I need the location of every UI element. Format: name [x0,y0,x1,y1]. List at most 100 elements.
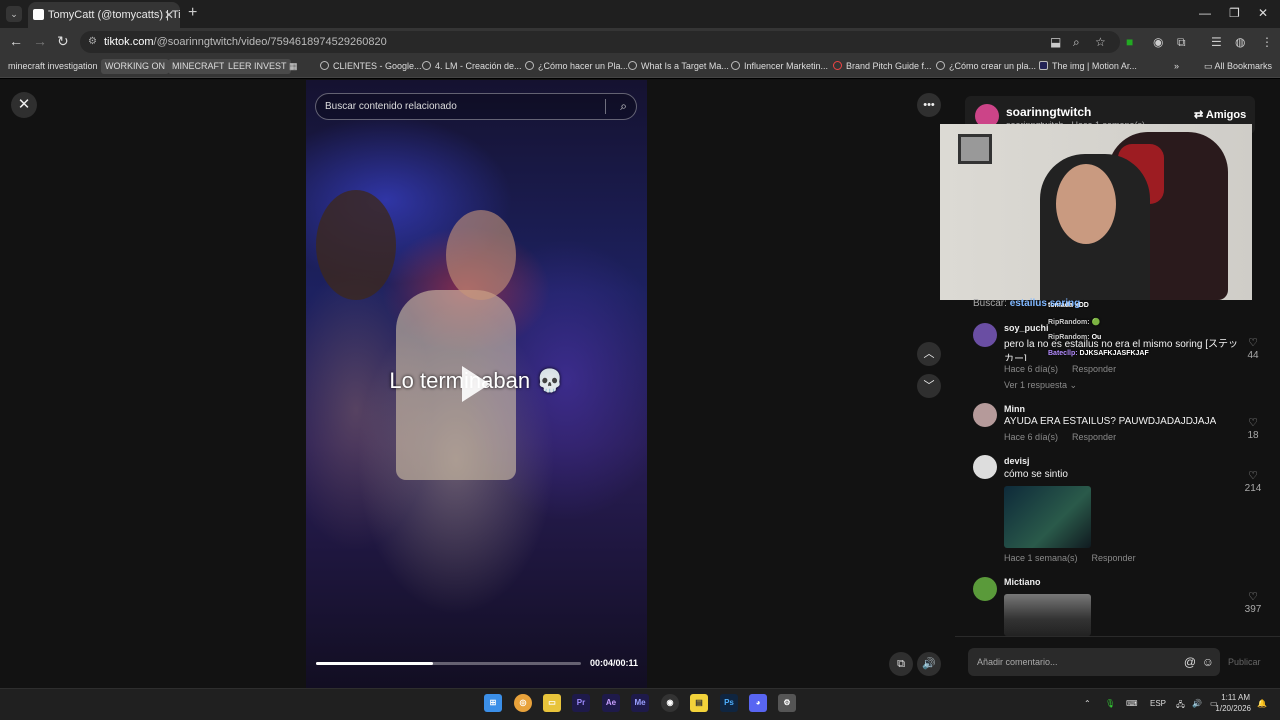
comment-meta: Hace 6 día(s) Responder [1004,432,1116,442]
pip-icon[interactable]: ⧉ [889,652,913,676]
bookmark-item[interactable]: Brand Pitch Guide f... [829,59,936,74]
video-person-head [446,210,516,300]
all-bookmarks-folder[interactable]: ▭ All Bookmarks [1200,59,1276,74]
comment-image-sticker[interactable] [1004,486,1091,548]
next-video-icon[interactable]: ﹀ [917,374,941,398]
streamer-webcam-overlay [940,124,1252,300]
tab-tiktok[interactable]: TomyCatt (@tomycatts) | TikTok ✕ [28,2,180,28]
new-tab-icon[interactable]: + [188,4,197,22]
author-name[interactable]: soarinngtwitch [1006,105,1091,119]
microphone-icon[interactable]: 🎙 [1105,699,1115,708]
view-replies-button[interactable]: Ver 1 respuesta ⌄ [1004,380,1077,391]
restore-icon[interactable]: ❐ [1229,6,1240,20]
bookmark-item[interactable]: ¿Cómo hacer un Pla... [521,59,632,74]
settings-gear-icon[interactable]: ⚙ [778,694,796,712]
forward-icon[interactable]: → [33,33,47,49]
address-bar[interactable]: ⚙ tiktok.com/@soarinngtwitch/video/75946… [80,31,1120,53]
windows-start-icon[interactable]: ⊞ [484,694,502,712]
comment-username[interactable]: devisj [1004,456,1030,466]
more-options-icon[interactable]: ••• [917,93,941,117]
search-icon[interactable]: ⌕ [620,94,627,119]
photoshop-icon[interactable]: Ps [720,694,738,712]
friends-button[interactable]: ⇄ Amigos [1194,108,1246,121]
apps-grid-icon[interactable]: ▦ [285,59,302,74]
clock-date[interactable]: 1/20/2026 [1211,704,1251,713]
menu-kebab-icon[interactable]: ⋮ [1261,35,1273,49]
profile-avatar[interactable]: ◍ [1235,35,1245,49]
previous-video-icon[interactable]: ︿ [917,342,941,366]
comment-input[interactable]: Añadir comentario... @ ☺ [968,648,1220,676]
install-app-icon[interactable]: ⬓ [1050,35,1061,49]
sticky-notes-icon[interactable]: ▤ [690,694,708,712]
minimize-icon[interactable]: — [1199,6,1211,20]
media-encoder-icon[interactable]: Me [631,694,649,712]
bookmark-item[interactable]: MINECRAFT [168,59,229,74]
tiktok-favicon-icon [33,9,44,20]
premiere-icon[interactable]: Pr [572,694,590,712]
like-heart-icon[interactable]: ♡ [1241,336,1265,349]
discord-icon[interactable]: ◕ [749,694,767,712]
comment-image-sticker[interactable] [1004,594,1091,636]
chat-line: RipRandom: 🟢 [1048,318,1100,326]
window-close-icon[interactable]: ✕ [1258,6,1268,20]
reply-button[interactable]: Responder [1092,553,1136,563]
like-heart-icon[interactable]: ♡ [1241,416,1265,429]
comment-avatar[interactable] [973,577,997,601]
speaker-icon[interactable]: 🔊 [1192,699,1202,708]
friends-label: Amigos [1205,109,1247,121]
close-video-button[interactable]: ✕ [11,92,37,118]
bookmark-item[interactable]: Influencer Marketin... [727,59,832,74]
bookmark-item[interactable]: What Is a Target Ma... [624,59,733,74]
reply-button[interactable]: Responder [1072,364,1116,374]
bookmark-item[interactable]: LEER INVEST [224,59,291,74]
after-effects-icon[interactable]: Ae [602,694,620,712]
comment-username[interactable]: Minn [1004,404,1025,414]
related-search-input[interactable]: Buscar contenido relacionado ⌕ [315,93,637,120]
clock-time[interactable]: 1:11 AM [1218,693,1250,702]
more-bookmarks-icon[interactable]: » [1170,59,1183,74]
extensions-puzzle-icon[interactable]: ⧉ [1177,35,1186,50]
comment-username[interactable]: Mictiano [1004,577,1041,587]
volume-icon[interactable]: 🔊 [917,652,941,676]
bookmark-item[interactable]: The img | Motion Ar... [1035,59,1141,74]
like-heart-icon[interactable]: ♡ [1241,590,1265,603]
file-explorer-icon[interactable]: ▭ [543,694,561,712]
bookmark-item[interactable]: WORKING ON [101,59,169,74]
obs-icon[interactable]: ◉ [661,694,679,712]
mention-icon[interactable]: @ [1184,648,1196,676]
bookmark-favicon-icon [833,61,842,70]
webcam-wall-frame [958,134,992,164]
play-icon[interactable] [462,366,490,402]
network-icon[interactable]: 🖧 [1176,699,1185,713]
bookmark-item[interactable]: minecraft investigation [4,59,102,74]
language-indicator[interactable]: ESP [1150,699,1166,708]
reload-icon[interactable]: ↻ [57,33,69,50]
tab-close-icon[interactable]: ✕ [164,2,174,28]
back-icon[interactable]: ← [9,33,23,49]
keyboard-icon[interactable]: ⌨ [1126,699,1138,708]
tab-title: TomyCatt (@tomycatts) | TikTok [48,9,180,21]
site-info-icon[interactable]: ⚙ [88,31,97,53]
emoji-icon[interactable]: ☺ [1202,648,1214,676]
reading-list-icon[interactable]: ☰ [1211,35,1222,49]
comment-avatar[interactable] [973,455,997,479]
notifications-icon[interactable]: 🔔 [1257,699,1267,708]
like-heart-icon[interactable]: ♡ [1241,469,1265,482]
reply-button[interactable]: Responder [1072,432,1116,442]
tray-overflow-icon[interactable]: ⌃ [1084,699,1091,708]
bookmark-item[interactable]: ¿Cómo crear un pla... [932,59,1040,74]
bookmark-star-icon[interactable]: ☆ [1095,35,1106,49]
video-progress-bar[interactable] [316,662,581,665]
tab-search-icon[interactable]: ⌄ [6,6,22,22]
comment-avatar[interactable] [973,403,997,427]
bookmark-item[interactable]: CLIENTES - Google... [316,59,426,74]
comment-avatar[interactable] [973,323,997,347]
bookmark-item[interactable]: 4. LM - Creación de... [418,59,526,74]
extension-2-icon[interactable]: ◉ [1153,35,1163,49]
chrome-icon[interactable]: ◎ [514,694,532,712]
zoom-icon[interactable]: ⌕ [1073,35,1080,50]
extension-icon[interactable]: ■ [1126,35,1133,49]
comment-username[interactable]: soy_puchi [1004,323,1049,333]
search-suggestion[interactable]: Buscar: estailus soring [973,298,1080,309]
post-comment-button[interactable]: Publicar [1228,657,1261,667]
